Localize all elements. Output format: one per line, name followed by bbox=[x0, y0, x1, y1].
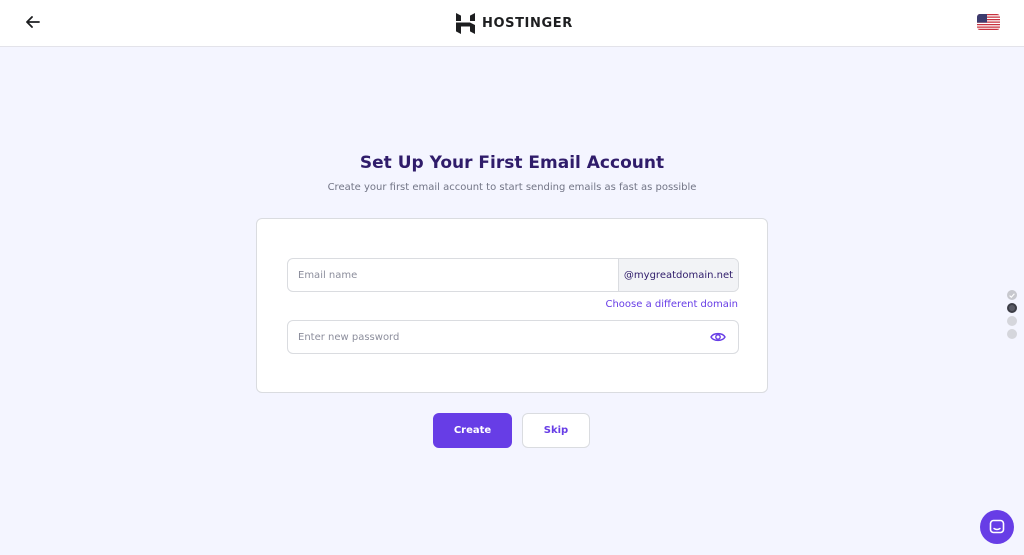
show-password-eye-icon[interactable] bbox=[708, 327, 728, 347]
step-indicator bbox=[1007, 290, 1017, 339]
step-4[interactable] bbox=[1007, 329, 1017, 339]
email-setup-card: @mygreatdomain.net Choose a different do… bbox=[256, 218, 768, 393]
step-3[interactable] bbox=[1007, 316, 1017, 326]
skip-button[interactable]: Skip bbox=[522, 413, 590, 448]
domain-suffix: @mygreatdomain.net bbox=[618, 259, 738, 291]
email-name-input[interactable] bbox=[288, 259, 618, 291]
password-input[interactable] bbox=[288, 321, 708, 353]
password-field-group bbox=[287, 320, 739, 354]
step-2-active[interactable] bbox=[1007, 303, 1017, 313]
create-button[interactable]: Create bbox=[433, 413, 512, 448]
check-icon bbox=[1009, 292, 1015, 298]
hostinger-logo[interactable]: HOSTINGER bbox=[456, 12, 573, 34]
back-arrow-icon[interactable] bbox=[22, 11, 44, 33]
hostinger-logo-icon bbox=[456, 12, 475, 34]
top-bar: HOSTINGER bbox=[0, 0, 1024, 47]
us-flag-icon[interactable] bbox=[977, 14, 1000, 30]
brand-name: HOSTINGER bbox=[482, 15, 573, 31]
chat-icon bbox=[989, 519, 1005, 534]
page-title: Set Up Your First Email Account bbox=[359, 153, 665, 173]
page-subtitle: Create your first email account to start… bbox=[327, 182, 697, 193]
email-field-group: @mygreatdomain.net bbox=[287, 258, 739, 292]
step-1-done[interactable] bbox=[1007, 290, 1017, 300]
choose-different-domain-link[interactable]: Choose a different domain bbox=[605, 299, 738, 310]
chat-support-button[interactable] bbox=[980, 510, 1014, 544]
